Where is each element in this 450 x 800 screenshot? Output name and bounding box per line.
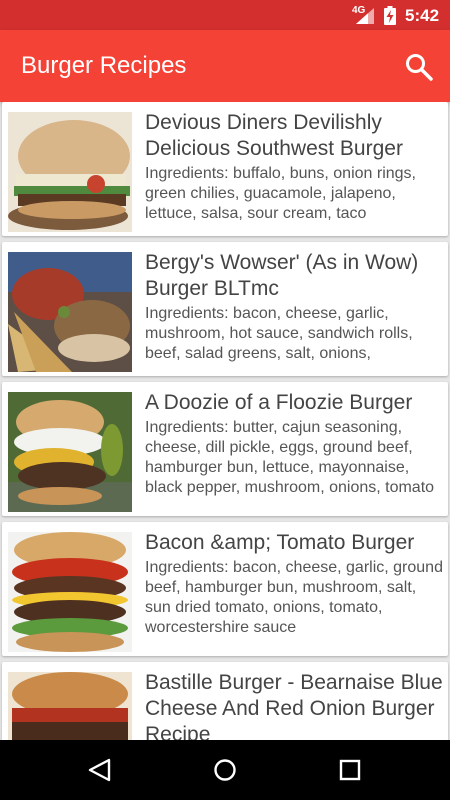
- recipe-title: Bacon &amp; Tomato Burger: [145, 531, 415, 554]
- recipe-card[interactable]: A Doozie of a Floozie Burger Ingredients…: [2, 382, 448, 516]
- recipe-ingredients: Ingredients: bacon, cheese, garlic, grou…: [145, 559, 443, 636]
- recipe-card[interactable]: Bergy's Wowser' (As in Wow) Burger BLTmc…: [2, 242, 448, 376]
- recipe-title: Bastille Burger - Bearnaise Blue Cheese …: [145, 671, 443, 740]
- recipe-title: Bergy's Wowser' (As in Wow) Burger BLTmc: [145, 251, 419, 300]
- recipe-ingredients: Ingredients: buffalo, buns, onion rings,…: [145, 165, 416, 222]
- battery-charging-icon: [384, 6, 396, 25]
- navigation-bar: [0, 740, 450, 800]
- recipe-thumbnail: [8, 112, 132, 232]
- app-title: Burger Recipes: [21, 52, 187, 79]
- recipe-thumbnail: [8, 392, 132, 512]
- home-icon[interactable]: [212, 758, 238, 782]
- status-bar: 4G 5:42: [0, 0, 450, 30]
- recipe-ingredients: Ingredients: butter, cajun seasoning, ch…: [145, 419, 435, 496]
- recipe-title: Devious Diners Devilishly Delicious Sout…: [145, 111, 403, 160]
- recipe-thumbnail: [8, 532, 132, 652]
- recipe-card[interactable]: Bacon &amp; Tomato Burger Ingredients: b…: [2, 522, 448, 656]
- app-bar: Burger Recipes: [0, 30, 450, 102]
- signal-icon: [356, 8, 374, 24]
- recipe-card[interactable]: Devious Diners Devilishly Delicious Sout…: [2, 102, 448, 236]
- recipe-ingredients: Ingredients: bacon, cheese, garlic, mush…: [145, 305, 413, 362]
- recipe-list[interactable]: Devious Diners Devilishly Delicious Sout…: [0, 102, 450, 740]
- recipe-card[interactable]: Bastille Burger - Bearnaise Blue Cheese …: [2, 662, 448, 740]
- status-time: 5:42: [405, 6, 440, 25]
- recipe-title: A Doozie of a Floozie Burger: [145, 391, 413, 414]
- recipe-thumbnail: [8, 252, 132, 372]
- back-icon[interactable]: [87, 758, 113, 782]
- recipe-thumbnail: [8, 672, 132, 740]
- search-icon[interactable]: [404, 52, 434, 82]
- recents-icon[interactable]: [338, 758, 362, 782]
